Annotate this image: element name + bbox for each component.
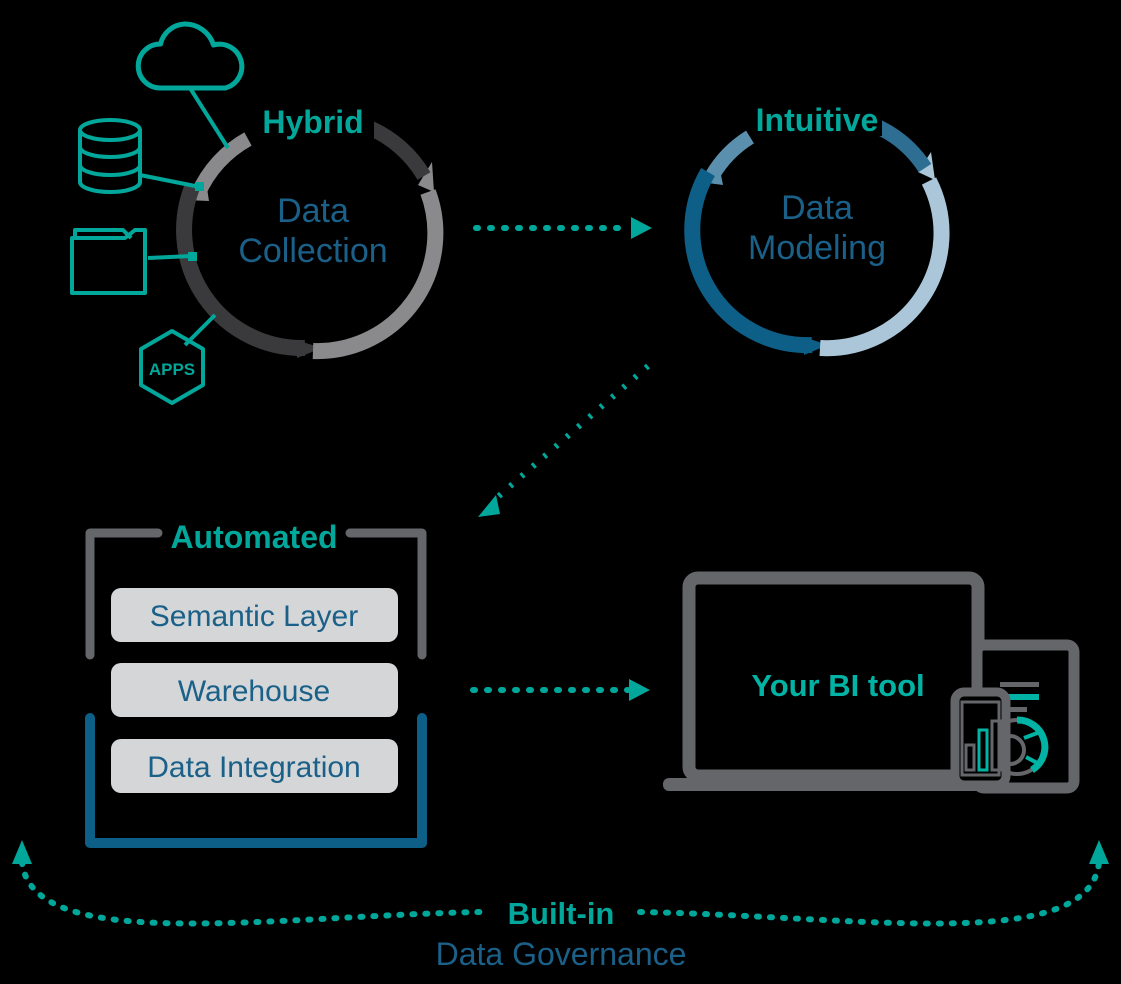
data-modeling-title-line2: Modeling bbox=[748, 229, 886, 267]
platform-layer-item[interactable]: Warehouse bbox=[111, 663, 398, 717]
database-dot bbox=[195, 182, 204, 191]
data-modeling-badge: Intuitive bbox=[756, 102, 879, 138]
governance-title: Data Governance bbox=[436, 936, 687, 972]
layer-label-semantic: Semantic Layer bbox=[150, 600, 358, 633]
platform-layer-item[interactable]: Semantic Layer bbox=[111, 588, 398, 642]
data-collection-badge: Hybrid bbox=[262, 104, 363, 140]
bi-tool-screen-label: Your BI tool bbox=[751, 668, 924, 703]
data-collection-title-line2: Collection bbox=[238, 232, 387, 270]
apps-label: APPS bbox=[149, 360, 195, 379]
data-collection-title-line1: Data bbox=[277, 192, 349, 230]
governance-badge: Built-in bbox=[508, 896, 615, 931]
platform-layer-list: Semantic Layer Warehouse Data Integratio… bbox=[111, 588, 398, 793]
folder-dot bbox=[188, 252, 197, 261]
platform-badge: Automated bbox=[170, 519, 337, 555]
data-modeling-title-line1: Data bbox=[781, 189, 853, 227]
folder-connector bbox=[147, 254, 193, 260]
diagram-canvas: Hybrid Data Collection APPS Intuitive Da… bbox=[0, 0, 1121, 984]
layer-label-warehouse: Warehouse bbox=[178, 675, 330, 708]
background bbox=[0, 0, 1121, 984]
platform-layer-item[interactable]: Data Integration bbox=[111, 739, 398, 793]
layer-label-integration: Data Integration bbox=[147, 751, 360, 784]
tablet-line-1 bbox=[1000, 682, 1039, 687]
